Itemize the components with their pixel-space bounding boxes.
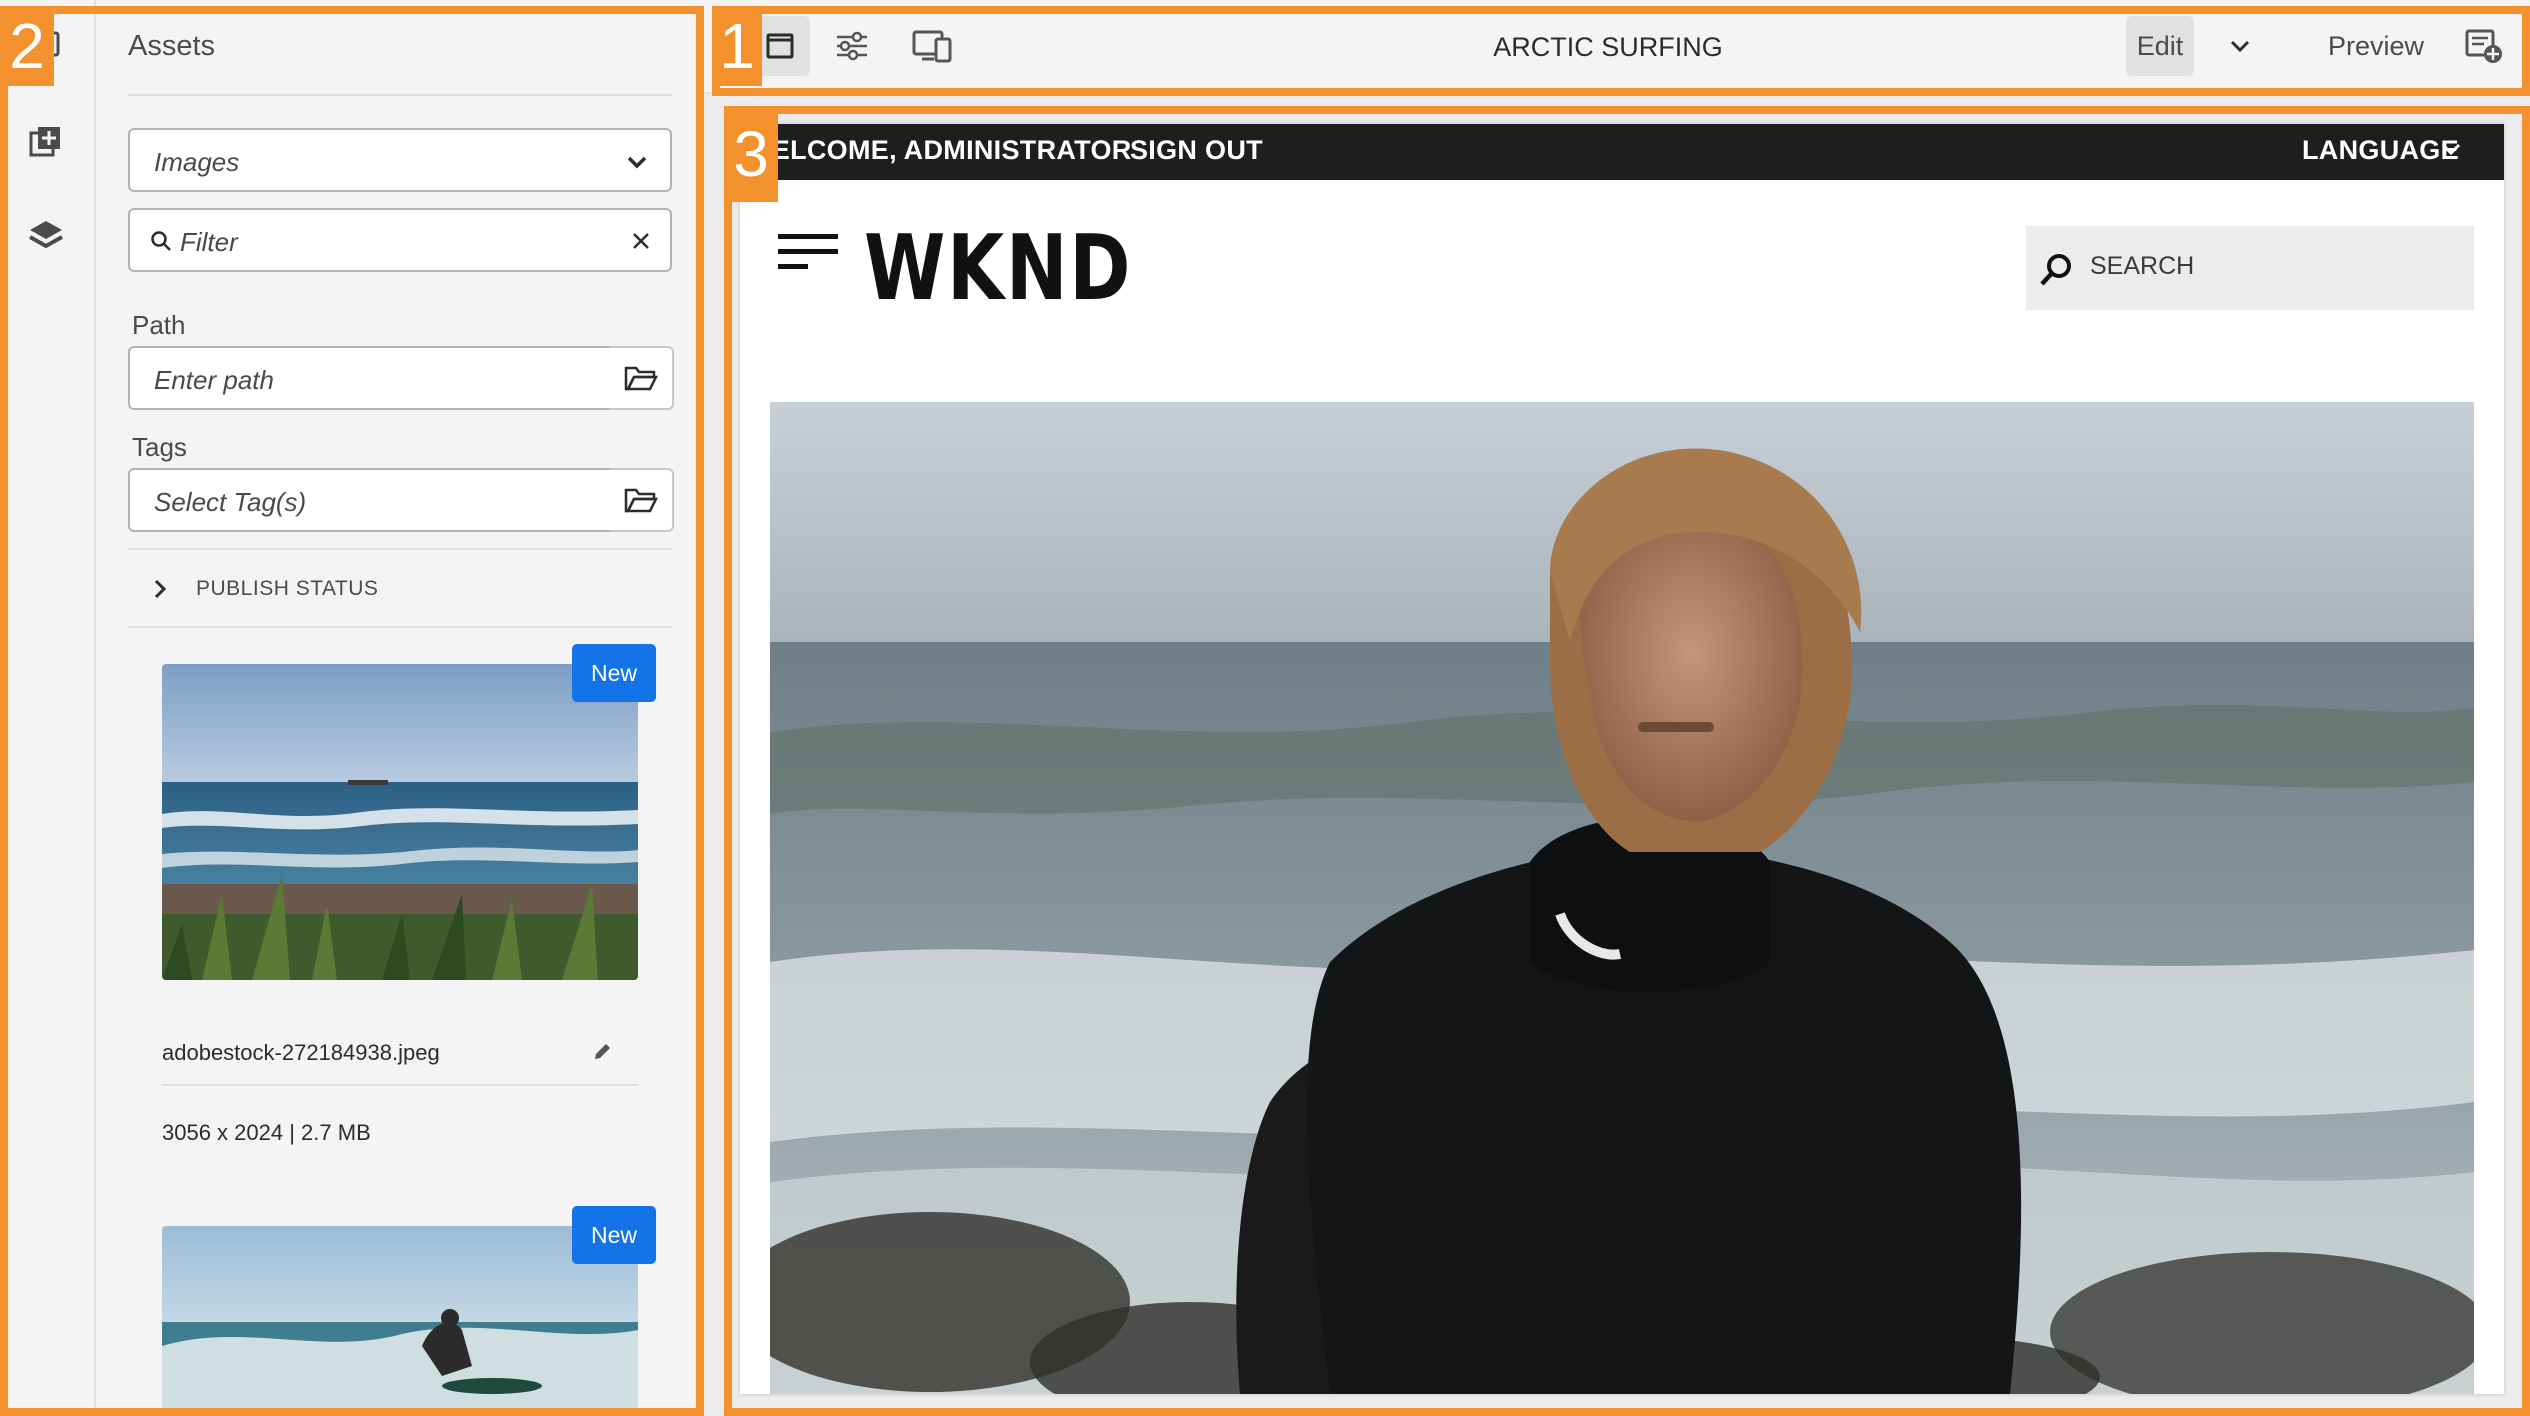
tags-browse-button[interactable]	[610, 468, 674, 532]
editor-toolbar: ARCTIC SURFING Edit Preview	[698, 0, 2530, 94]
tags-placeholder: Select Tag(s)	[154, 487, 307, 517]
path-browse-button[interactable]	[610, 346, 674, 410]
asset-type-value: Images	[154, 147, 240, 177]
side-rail	[0, 0, 96, 1416]
asset-name: adobestock-272184938.jpeg	[162, 1040, 440, 1065]
surfer-portrait-image	[770, 402, 2474, 1394]
asset-type-select[interactable]: Images	[128, 128, 672, 192]
folder-icon	[624, 366, 658, 391]
chevron-right-icon	[154, 579, 167, 599]
beach-image	[162, 664, 638, 980]
editor-canvas: WELCOME, ADMINISTRATOR SIGN OUT LANGUAGE…	[698, 94, 2530, 1416]
callout-number-2: 2	[0, 6, 54, 86]
chevron-down-icon	[2230, 40, 2250, 53]
filter-input[interactable]: Filter	[128, 208, 672, 272]
preview-mode-button[interactable]: Preview	[2302, 16, 2450, 76]
hero-image[interactable]	[770, 402, 2474, 1394]
properties-sliders-icon	[837, 31, 867, 61]
page-title: ARCTIC SURFING	[1493, 31, 1723, 62]
assets-tab-button[interactable]	[22, 118, 70, 166]
asset-thumbnail[interactable]	[162, 664, 638, 980]
page-preview: WELCOME, ADMINISTRATOR SIGN OUT LANGUAGE…	[740, 124, 2504, 1394]
asset-thumbnail[interactable]	[162, 1226, 638, 1416]
welcome-text: WELCOME, ADMINISTRATOR	[746, 135, 1132, 165]
surfer-image	[162, 1226, 638, 1416]
chevron-down-icon	[2441, 143, 2461, 156]
sign-out-link[interactable]: SIGN OUT	[1130, 135, 1263, 166]
emulator-button[interactable]	[902, 16, 962, 76]
asset-meta: 3056 x 2024 | 2.7 MB	[162, 1120, 371, 1145]
filter-placeholder: Filter	[180, 227, 238, 257]
clear-icon[interactable]	[630, 230, 652, 252]
edit-pencil-icon[interactable]	[592, 1040, 614, 1062]
panel-title: Assets	[128, 30, 216, 62]
language-selector[interactable]: LANGUAGE	[2302, 135, 2459, 166]
page-properties-button[interactable]	[822, 16, 882, 76]
site-search-input[interactable]: SEARCH	[2026, 226, 2474, 310]
divider	[162, 1084, 638, 1086]
tags-input[interactable]: Select Tag(s)	[128, 468, 614, 532]
search-icon	[2040, 254, 2071, 286]
assets-add-icon	[29, 127, 60, 157]
edit-mode-button[interactable]: Edit	[2126, 16, 2194, 76]
site-logo[interactable]: WKND	[864, 216, 1132, 321]
new-badge: New	[572, 644, 656, 702]
path-placeholder: Enter path	[154, 365, 274, 395]
path-label: Path	[132, 310, 186, 340]
callout-number-3: 3	[724, 106, 778, 202]
folder-icon	[624, 488, 658, 513]
callout-number-1: 1	[712, 6, 762, 86]
divider	[128, 548, 672, 550]
aem-editor-screen: Assets Images Filter Path Enter path Tag…	[0, 0, 2530, 1416]
chevron-down-icon	[627, 156, 647, 169]
path-input[interactable]: Enter path	[128, 346, 614, 410]
annotations-button[interactable]	[2454, 16, 2514, 76]
annotate-add-icon	[2465, 29, 2502, 63]
device-preview-icon	[912, 30, 952, 63]
search-icon	[151, 231, 171, 251]
site-top-bar: WELCOME, ADMINISTRATOR SIGN OUT LANGUAGE	[740, 124, 2504, 180]
components-tab-button[interactable]	[22, 212, 70, 260]
search-placeholder: SEARCH	[2090, 252, 2195, 280]
mode-dropdown-button[interactable]	[2210, 16, 2270, 76]
hamburger-menu-icon[interactable]	[778, 232, 840, 274]
tags-label: Tags	[132, 432, 187, 462]
divider	[128, 626, 672, 628]
publish-status-label: PUBLISH STATUS	[196, 577, 379, 600]
divider	[128, 94, 672, 96]
new-badge: New	[572, 1206, 656, 1264]
assets-panel: Assets Images Filter Path Enter path Tag…	[96, 0, 698, 1416]
side-panel-icon	[766, 33, 794, 59]
layers-icon	[29, 221, 63, 249]
